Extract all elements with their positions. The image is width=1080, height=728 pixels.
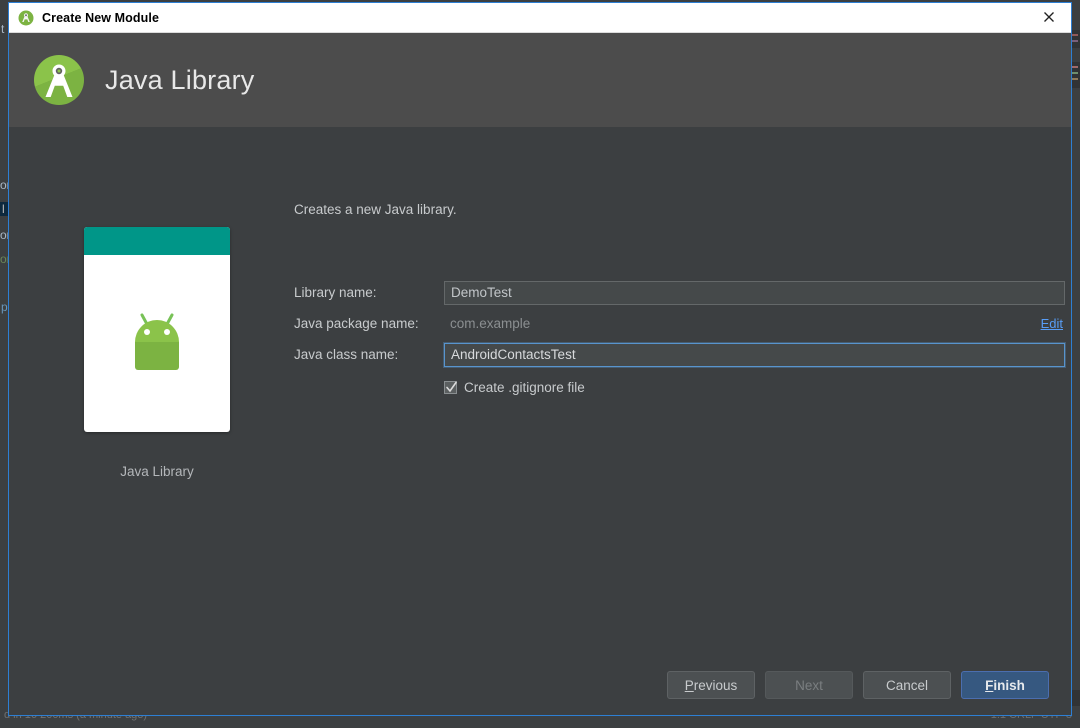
android-studio-logo <box>33 54 85 106</box>
library-name-label: Library name: <box>294 285 377 300</box>
preview-card-content <box>84 255 230 432</box>
close-icon[interactable] <box>1026 3 1071 31</box>
dialog-title: Create New Module <box>42 10 160 25</box>
cancel-button[interactable]: Cancel <box>863 671 951 699</box>
java-package-name-value: com.example <box>450 316 531 331</box>
finish-button-mnemonic: F <box>985 677 994 693</box>
field-row-java-class-name: Java class name: <box>294 339 1065 370</box>
module-preview-caption: Java Library <box>120 464 194 479</box>
module-preview-card[interactable] <box>84 227 230 432</box>
module-preview: Java Library <box>84 227 230 479</box>
banner-title: Java Library <box>105 64 255 95</box>
dialog-body: Java Library Creates a new Java library.… <box>9 127 1071 655</box>
previous-button[interactable]: Previous <box>667 671 755 699</box>
create-gitignore-label: Create .gitignore file <box>464 380 585 395</box>
ide-text-fragment: p <box>1 300 8 314</box>
next-button-label: Next <box>795 677 823 693</box>
dialog-banner: Java Library <box>9 33 1071 127</box>
library-name-input[interactable] <box>444 280 1065 305</box>
create-gitignore-checkbox-row[interactable]: Create .gitignore file <box>294 380 1065 395</box>
edit-package-link[interactable]: Edit <box>1041 316 1065 331</box>
finish-button[interactable]: Finish <box>961 671 1049 699</box>
previous-button-mnemonic: P <box>684 677 694 693</box>
next-button[interactable]: Next <box>765 671 853 699</box>
android-studio-icon <box>18 10 34 26</box>
create-new-module-dialog: Create New Module Java Library Java Libr… <box>8 2 1072 716</box>
java-class-name-input[interactable] <box>444 342 1065 367</box>
java-class-name-label: Java class name: <box>294 347 399 362</box>
dialog-title-bar: Create New Module <box>9 3 1071 33</box>
module-form-rows: Library name: Java package name: com.exa… <box>294 277 1065 395</box>
java-package-name-label: Java package name: <box>294 316 419 331</box>
field-row-library-name: Library name: <box>294 277 1065 308</box>
previous-button-label: revious <box>693 677 738 693</box>
checkbox-checked-icon[interactable] <box>444 381 457 394</box>
cancel-button-label: Cancel <box>885 677 929 693</box>
ide-text-fragment: t <box>1 22 5 36</box>
android-robot-icon <box>125 310 189 377</box>
module-description: Creates a new Java library. <box>294 202 457 217</box>
finish-button-label: inish <box>993 677 1025 693</box>
dialog-footer: Previous Next Cancel Finish <box>9 655 1071 715</box>
field-row-java-package-name: Java package name: com.example Edit <box>294 308 1065 339</box>
preview-card-header-bar <box>84 227 230 255</box>
